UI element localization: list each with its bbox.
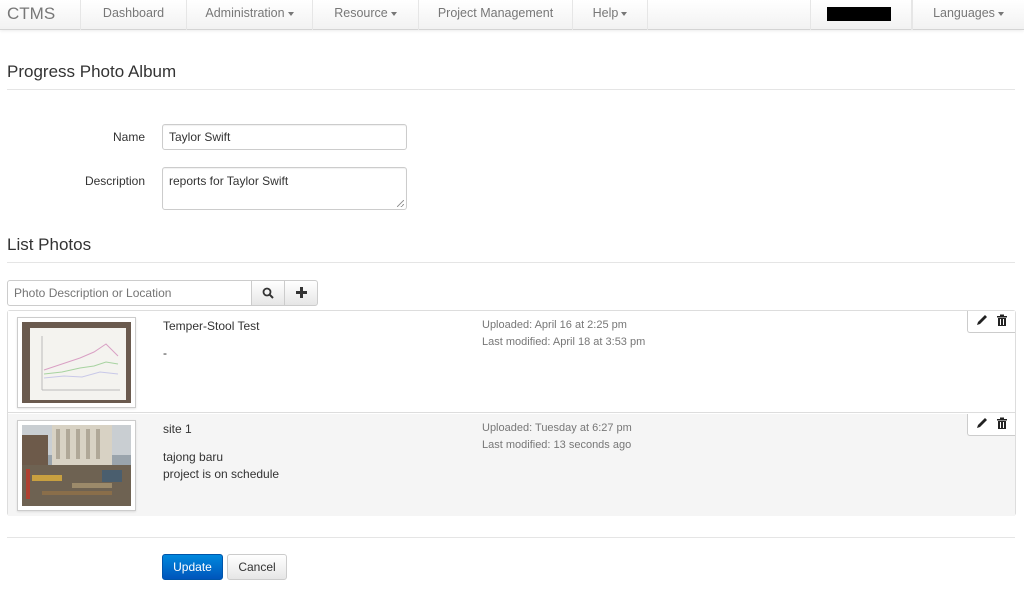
construction-photo-image — [22, 425, 131, 506]
delete-button[interactable] — [996, 417, 1010, 431]
trash-icon — [997, 314, 1007, 326]
caret-down-icon — [621, 11, 628, 16]
redacted-username — [827, 7, 891, 21]
name-input[interactable] — [162, 124, 407, 150]
nav-dashboard-label: Dashboard — [102, 6, 165, 20]
nav-project-management[interactable]: Project Management — [418, 0, 572, 30]
caret-down-icon — [287, 11, 294, 16]
photo-description: tajong baru project is on schedule — [163, 449, 279, 483]
photo-modified: Last modified: 13 seconds ago — [482, 439, 632, 451]
nav-languages-label: Languages — [933, 6, 995, 20]
brand-logo[interactable]: CTMS — [7, 4, 55, 24]
photo-title: site 1 — [163, 422, 192, 436]
caret-down-icon — [997, 11, 1004, 16]
cancel-button[interactable]: Cancel — [227, 554, 287, 580]
edit-button[interactable] — [976, 314, 990, 328]
photo-description-line: tajong baru — [163, 450, 224, 464]
nav-administration-label: Administration — [205, 6, 285, 20]
list-divider — [7, 262, 1015, 263]
description-label: Description — [84, 174, 145, 188]
description-text: reports for Taylor Swift — [169, 174, 289, 188]
nav-resource[interactable]: Resource — [312, 0, 418, 30]
nav-help-label: Help — [592, 6, 619, 20]
edit-button[interactable] — [976, 417, 990, 431]
chart-photo-image — [22, 322, 131, 403]
list-photos-heading: List Photos — [7, 235, 92, 254]
photo-list: Temper-Stool Test - Uploaded: April 16 a… — [7, 310, 1016, 516]
nav-project-management-label: Project Management — [437, 6, 554, 20]
photo-description-line: - — [163, 346, 167, 360]
photo-uploaded: Uploaded: Tuesday at 6:27 pm — [482, 422, 632, 434]
top-navbar: CTMS Dashboard Administration Resource P… — [0, 0, 1024, 30]
nav-dashboard[interactable]: Dashboard — [80, 0, 186, 30]
nav-resource-label: Resource — [334, 6, 388, 20]
description-textarea[interactable]: reports for Taylor Swift — [162, 167, 407, 210]
photo-thumbnail[interactable] — [17, 420, 136, 511]
title-divider — [7, 89, 1015, 90]
search-button[interactable] — [251, 280, 285, 306]
page-title: Progress Photo Album — [7, 62, 177, 81]
photo-list-item[interactable]: site 1 tajong baru project is on schedul… — [8, 414, 1015, 516]
trash-icon — [997, 417, 1007, 429]
caret-down-icon — [390, 11, 397, 16]
photo-uploaded: Uploaded: April 16 at 2:25 pm — [482, 319, 627, 331]
search-icon — [262, 287, 274, 299]
photo-description-line: project is on schedule — [163, 467, 280, 481]
update-button[interactable]: Update — [162, 554, 223, 580]
photo-title: Temper-Stool Test — [163, 319, 260, 333]
nav-administration[interactable]: Administration — [186, 0, 312, 30]
add-photo-button[interactable] — [284, 280, 318, 306]
photo-search-input[interactable] — [7, 280, 252, 306]
photo-thumbnail[interactable] — [17, 317, 136, 408]
form-actions-divider — [7, 537, 1015, 538]
photo-description: - — [163, 345, 167, 362]
delete-button[interactable] — [996, 314, 1010, 328]
pencil-icon — [977, 418, 987, 428]
photo-list-item[interactable]: Temper-Stool Test - Uploaded: April 16 a… — [8, 311, 1015, 413]
nav-user-menu[interactable] — [810, 0, 912, 30]
nav-help[interactable]: Help — [572, 0, 648, 30]
photo-meta: Uploaded: Tuesday at 6:27 pm Last modifi… — [482, 420, 632, 454]
nav-languages[interactable]: Languages — [912, 0, 1024, 30]
pencil-icon — [977, 315, 987, 325]
name-label: Name — [112, 130, 145, 144]
plus-icon — [295, 287, 307, 298]
row-actions — [967, 311, 1015, 333]
photo-meta: Uploaded: April 16 at 2:25 pm Last modif… — [482, 317, 645, 351]
row-actions — [967, 414, 1015, 436]
photo-modified: Last modified: April 18 at 3:53 pm — [482, 336, 646, 348]
resize-grip-icon[interactable] — [397, 200, 404, 207]
